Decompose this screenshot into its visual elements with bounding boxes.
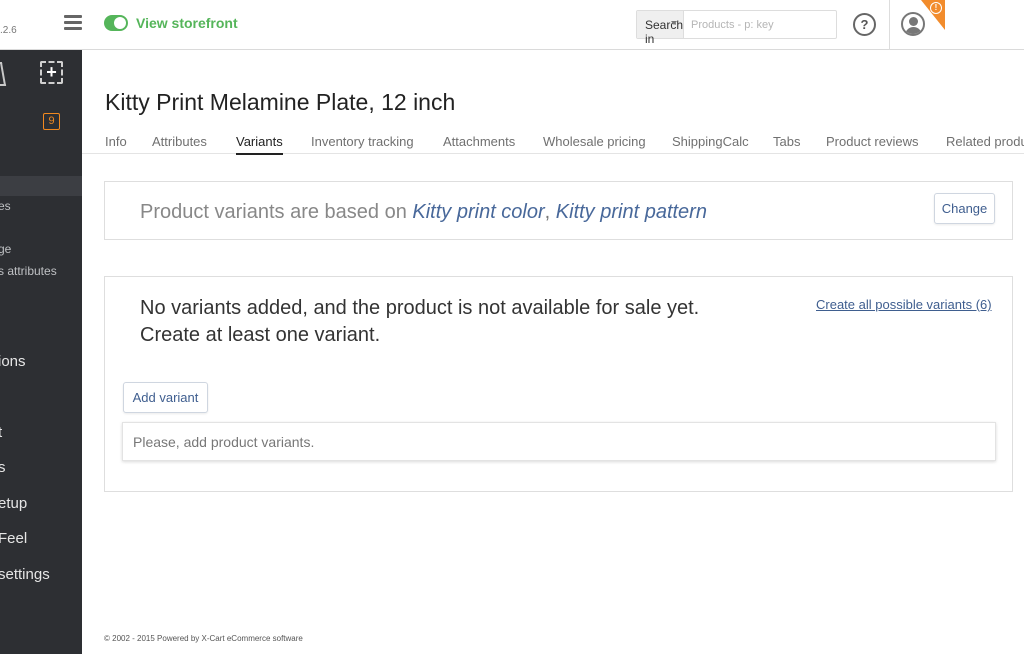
tab-info[interactable]: Info bbox=[105, 134, 127, 149]
sidebar-active-item[interactable] bbox=[0, 176, 82, 196]
sidebar-item-3[interactable]: s attributes bbox=[0, 264, 57, 278]
add-icon[interactable]: + bbox=[40, 61, 63, 84]
based-on-prefix: Product variants are based on bbox=[140, 201, 413, 223]
help-icon[interactable]: ? bbox=[853, 13, 876, 36]
variants-attributes-panel: Product variants are based on Kitty prin… bbox=[104, 181, 1013, 240]
sidebar: + 9 es ge s attributes ions t s etup Fee… bbox=[0, 50, 82, 654]
bookmark-icon[interactable] bbox=[0, 62, 7, 86]
search-box: Search in bbox=[636, 10, 841, 46]
variants-based-on-text: Product variants are based on Kitty prin… bbox=[140, 201, 707, 224]
tab-attributes[interactable]: Attributes bbox=[152, 134, 207, 149]
page-title: Kitty Print Melamine Plate, 12 inch bbox=[105, 89, 456, 115]
sidebar-item-2[interactable]: ge bbox=[0, 242, 11, 256]
search-in-dropdown[interactable]: Search in bbox=[637, 11, 685, 46]
variants-list-panel: No variants added, and the product is no… bbox=[104, 276, 1013, 492]
attribute-link-color[interactable]: Kitty print color bbox=[412, 201, 544, 223]
tab-wholesale-pricing[interactable]: Wholesale pricing bbox=[543, 134, 646, 149]
view-storefront-toggle[interactable]: ✔ View storefront bbox=[104, 15, 238, 31]
caret-down-icon bbox=[671, 21, 678, 25]
tab-shippingcalc[interactable]: ShippingCalc bbox=[672, 134, 749, 149]
attribute-separator: , bbox=[544, 201, 551, 223]
no-variants-notice: No variants added, and the product is no… bbox=[140, 297, 700, 346]
sidebar-item-4[interactable]: ions bbox=[0, 353, 26, 370]
tab-tabs[interactable]: Tabs bbox=[773, 134, 800, 149]
tab-variants[interactable]: Variants bbox=[236, 134, 283, 155]
product-tabs: Info Attributes Variants Inventory track… bbox=[82, 129, 1024, 155]
storefront-label: View storefront bbox=[136, 15, 238, 31]
sidebar-item-1[interactable]: es bbox=[0, 199, 11, 213]
notification-alert-icon[interactable]: ! bbox=[921, 0, 945, 30]
sidebar-item-6[interactable]: s bbox=[0, 459, 6, 476]
header-divider bbox=[889, 0, 890, 50]
sidebar-item-7[interactable]: etup bbox=[0, 495, 27, 512]
search-input[interactable] bbox=[684, 11, 841, 38]
tab-product-reviews[interactable]: Product reviews bbox=[826, 134, 918, 149]
top-header: .2.6 ✔ View storefront Search in ? ! bbox=[0, 0, 1024, 50]
footer-copyright: © 2002 - 2015 Powered by X-Cart eCommerc… bbox=[104, 634, 303, 643]
sidebar-item-8[interactable]: Feel bbox=[0, 530, 27, 547]
main-content: Kitty Print Melamine Plate, 12 inch Info… bbox=[82, 50, 1024, 654]
attribute-link-pattern[interactable]: Kitty print pattern bbox=[556, 201, 707, 223]
tab-inventory-tracking[interactable]: Inventory tracking bbox=[311, 134, 414, 149]
toggle-on-icon: ✔ bbox=[104, 15, 128, 31]
sidebar-item-9[interactable]: settings bbox=[0, 566, 50, 583]
tab-attachments[interactable]: Attachments bbox=[443, 134, 515, 149]
create-all-variants-link[interactable]: Create all possible variants (6) bbox=[816, 297, 992, 312]
change-button[interactable]: Change bbox=[934, 193, 995, 224]
empty-variants-message: Please, add product variants. bbox=[122, 422, 996, 461]
sidebar-badge: 9 bbox=[43, 113, 60, 130]
search-in-label: Search in bbox=[645, 18, 684, 46]
version-label: .2.6 bbox=[0, 25, 17, 36]
tab-related-products[interactable]: Related produ bbox=[946, 134, 1024, 149]
menu-icon[interactable] bbox=[64, 15, 82, 31]
add-variant-button[interactable]: Add variant bbox=[123, 382, 208, 413]
sidebar-item-5[interactable]: t bbox=[0, 424, 2, 441]
